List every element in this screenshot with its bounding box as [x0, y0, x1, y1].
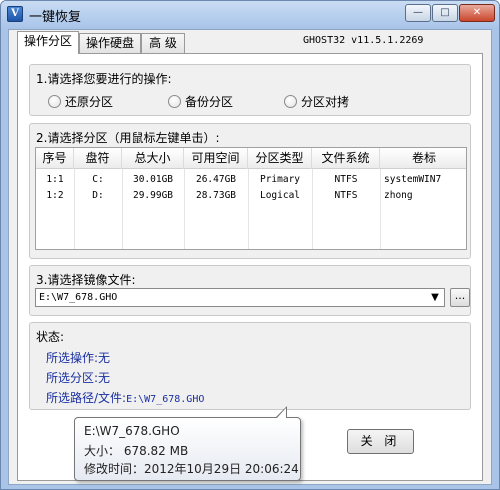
tooltip-path: E:\W7_678.GHO [84, 424, 180, 438]
version-label: GHOST32 v11.5.1.2269 [303, 35, 424, 46]
status-operation: 所选操作:无 [46, 349, 110, 366]
maximize-button[interactable]: □ [432, 4, 458, 22]
status-partition-label: 所选分区: [46, 371, 99, 385]
column-header-index[interactable]: 序号 [36, 148, 74, 169]
tooltip-tail [276, 408, 286, 419]
tab-disk-ops[interactable]: 操作硬盘 [79, 33, 141, 53]
browse-button[interactable]: ... [450, 288, 470, 307]
status-partition-value: 无 [98, 371, 111, 385]
list-header: 序号 盘符 总大小 可用空间 分区类型 文件系统 卷标 [36, 148, 466, 169]
radio-restore-label: 还原分区 [65, 95, 114, 109]
dropdown-arrow-icon[interactable]: ▼ [428, 290, 442, 305]
radio-backup-label: 备份分区 [185, 95, 234, 109]
cell-type: Primary [259, 174, 301, 185]
radio-circle-icon[interactable] [284, 95, 297, 108]
partition-label: 2.请选择分区（用鼠标左键单击）: [36, 131, 220, 145]
cell-label: systemWIN7 [384, 174, 442, 185]
cell-drive: C: [92, 174, 104, 185]
status-path: 所选路径/文件:E:\W7_678.GHO [46, 389, 204, 406]
tooltip-modified: 修改时间：2012年10月29日 20:06:24 [84, 462, 299, 476]
operation-label: 1.请选择您要进行的操作: [36, 72, 172, 86]
radio-copy-label: 分区对拷 [301, 95, 350, 109]
column-header-type[interactable]: 分区类型 [248, 148, 312, 169]
table-row[interactable]: 1:2 D: 29.99GB 28.73GB Logical NTFS zhon… [36, 188, 466, 204]
radio-circle-icon[interactable] [168, 95, 181, 108]
cell-size: 29.99GB [132, 190, 174, 201]
image-file-group: 3.请选择镜像文件: E:\W7_678.GHO ▼ ... [29, 265, 471, 316]
column-header-label[interactable]: 卷标 [380, 148, 466, 169]
app-window: V 一键恢复 — □ ✕ 操作分区 操作硬盘 高 级 GHOST32 v11.5… [0, 0, 500, 490]
radio-circle-icon[interactable] [48, 95, 61, 108]
column-header-size[interactable]: 总大小 [122, 148, 184, 169]
minimize-button[interactable]: — [405, 4, 431, 22]
cell-type: Logical [259, 190, 301, 201]
image-file-value: E:\W7_678.GHO [39, 292, 118, 303]
column-header-free[interactable]: 可用空间 [184, 148, 248, 169]
cell-free: 28.73GB [195, 190, 237, 201]
cell-fs: NTFS [334, 190, 358, 201]
cell-size: 30.01GB [132, 174, 174, 185]
status-path-value[interactable]: E:\W7_678.GHO [126, 394, 204, 405]
cell-drive: D: [92, 190, 104, 201]
image-file-label: 3.请选择镜像文件: [36, 273, 136, 287]
status-path-label: 所选路径/文件: [46, 391, 127, 405]
radio-copy[interactable]: 分区对拷 [284, 93, 349, 110]
app-icon: V [7, 6, 23, 22]
cell-label: zhong [384, 190, 413, 201]
status-label: 状态: [36, 330, 65, 344]
close-window-button[interactable]: ✕ [459, 4, 495, 22]
status-group: 状态: 所选操作:无 所选分区:无 所选路径/文件:E:\W7_678.GHO [29, 322, 471, 410]
status-operation-label: 所选操作: [46, 351, 99, 365]
partition-list[interactable]: 序号 盘符 总大小 可用空间 分区类型 文件系统 卷标 1:1 C: 30.01… [35, 147, 467, 250]
tab-advanced[interactable]: 高 级 [141, 33, 185, 53]
column-header-drive[interactable]: 盘符 [74, 148, 122, 169]
title-bar[interactable]: V 一键恢复 — □ ✕ [1, 1, 499, 27]
table-row[interactable]: 1:1 C: 30.01GB 26.47GB Primary NTFS syst… [36, 172, 466, 188]
cell-fs: NTFS [334, 174, 358, 185]
radio-restore[interactable]: 还原分区 [48, 93, 113, 110]
tab-partition-ops[interactable]: 操作分区 [17, 31, 79, 54]
column-header-fs[interactable]: 文件系统 [312, 148, 380, 169]
close-button[interactable]: 关 闭 [347, 429, 414, 454]
image-file-combo[interactable]: E:\W7_678.GHO ▼ [35, 288, 445, 307]
partition-group: 2.请选择分区（用鼠标左键单击）: 序号 盘符 总大小 可用空间 分区类型 文件… [29, 123, 471, 259]
status-operation-value: 无 [98, 351, 111, 365]
cell-index: 1:1 [46, 174, 64, 185]
window-title: 一键恢复 [29, 10, 82, 25]
radio-backup[interactable]: 备份分区 [168, 93, 233, 110]
operation-group: 1.请选择您要进行的操作: 还原分区 备份分区 分区对拷 [29, 64, 471, 116]
cell-free: 26.47GB [195, 174, 237, 185]
file-info-tooltip: E:\W7_678.GHO 大小： 678.82 MB 修改时间：2012年10… [74, 406, 301, 481]
tooltip-size: 大小： 678.82 MB [84, 444, 189, 458]
status-partition: 所选分区:无 [46, 369, 110, 386]
cell-index: 1:2 [46, 190, 64, 201]
